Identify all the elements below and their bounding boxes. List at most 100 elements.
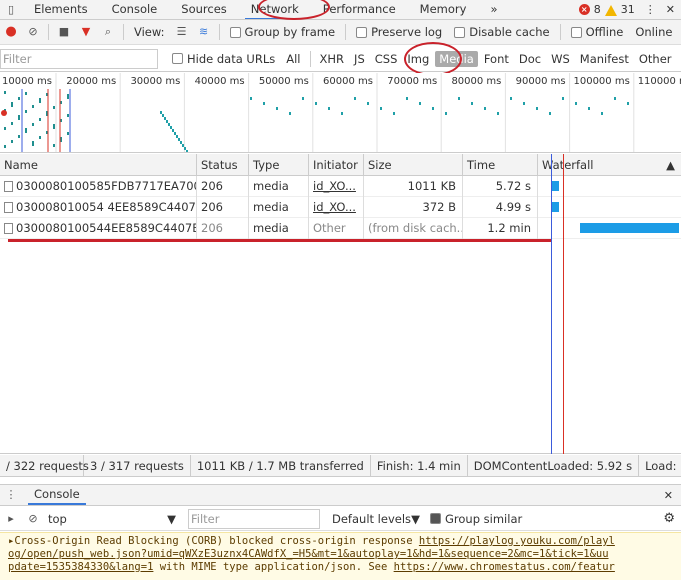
timeline-activity-mark (164, 117, 166, 120)
filter-type-ws[interactable]: WS (547, 51, 574, 67)
timeline-tick-label: 70000 ms (387, 76, 437, 87)
request-type: media (249, 197, 309, 218)
device-toolbar-icon[interactable]: ▯ (4, 3, 18, 17)
timeline-activity-mark (328, 107, 330, 110)
console-filter-input[interactable]: Filter (188, 508, 320, 529)
timeline-activity-mark (172, 129, 174, 132)
timeline-activity-mark (182, 144, 184, 147)
more-tabs-button[interactable]: » (478, 0, 509, 19)
console-link[interactable]: https://playlog.youku.com/playl (419, 535, 615, 547)
tab-performance[interactable]: Performance (311, 0, 408, 19)
disable-cache-checkbox[interactable]: Disable cache (454, 25, 550, 39)
column-waterfall[interactable]: Waterfall ▲ (538, 154, 681, 176)
timeline-tick-label: 90000 ms (516, 76, 566, 87)
filter-type-doc[interactable]: Doc (515, 51, 545, 67)
waterfall-cell (538, 218, 681, 239)
timeline-activity-mark (276, 107, 278, 110)
tab-elements[interactable]: Elements (22, 0, 100, 19)
table-header: Name Status Type Initiator Size Time Wat… (0, 154, 681, 176)
column-size[interactable]: Size (364, 154, 463, 176)
log-levels-select[interactable]: Default levels ▼ (328, 510, 424, 528)
throttling-select[interactable]: Online (635, 25, 672, 39)
console-toolbar: ▸ ⊘ top ▼ Filter Default levels ▼ Group si… (0, 507, 681, 531)
timeline-activity-mark (614, 97, 616, 100)
group-similar-checkbox[interactable]: Group similar (430, 512, 522, 526)
timeline-activity-mark (341, 112, 343, 115)
table-row[interactable]: 0300080100544EE8589C4407BF... 206 media … (0, 218, 681, 239)
record-icon[interactable]: ● (4, 25, 18, 39)
timeline-activity-mark (588, 107, 590, 110)
error-icon[interactable]: × (578, 4, 590, 15)
console-settings-icon[interactable]: ⚙ (663, 511, 681, 526)
request-initiator[interactable]: id_XO... (309, 197, 364, 218)
timeline-activity-mark (354, 97, 356, 100)
tab-network[interactable]: Network (239, 0, 311, 19)
timeline-activity-mark (67, 114, 69, 117)
drawer-menu-icon[interactable]: ⋮ (4, 488, 18, 502)
console-link[interactable]: https://www.chromestatus.com/featur (394, 561, 615, 573)
clear-icon[interactable]: ⊘ (26, 25, 40, 39)
timeline-activity-mark (178, 138, 180, 141)
filter-type-img[interactable]: Img (403, 51, 433, 67)
waterfall-cell (538, 176, 681, 197)
timeline-activity-mark (380, 107, 382, 110)
preserve-log-checkbox[interactable]: Preserve log (356, 25, 442, 39)
timeline-activity-mark (523, 102, 525, 105)
filter-type-all[interactable]: All (282, 51, 304, 67)
table-row[interactable]: 030008010054 4EE8589C4407BF... 206 media… (0, 197, 681, 218)
group-by-frame-checkbox[interactable]: Group by frame (229, 25, 335, 39)
timeline-overview[interactable]: 10000 ms 20000 ms 30000 ms 40000 ms 50000 ms… (0, 73, 681, 153)
filter-type-font[interactable]: Font (480, 51, 513, 67)
filter-type-css[interactable]: CSS (371, 51, 402, 67)
column-initiator[interactable]: Initiator (309, 154, 364, 176)
tab-sources[interactable]: Sources (169, 0, 239, 19)
column-status[interactable]: Status (197, 154, 249, 176)
timeline-activity-mark (432, 107, 434, 110)
request-type: media (249, 218, 309, 239)
filter-type-media[interactable]: Media (435, 50, 478, 67)
column-type[interactable]: Type (249, 154, 309, 176)
console-line: pdate=1535384330&lang=1 with MIME type a… (8, 561, 615, 573)
sidebar-toggle-icon[interactable]: ▸ (4, 512, 18, 526)
capture-screenshots-icon[interactable]: ■ (57, 25, 71, 39)
timeline-activity-mark (601, 112, 603, 115)
tab-memory[interactable]: Memory (408, 0, 479, 19)
timeline-activity-mark (176, 135, 178, 138)
console-link[interactable]: og/open/push_web.json?umid=qWXzE3uznx4CA… (8, 548, 609, 560)
timeline-activity-mark (32, 141, 34, 144)
filter-type-manifest[interactable]: Manifest (576, 51, 633, 67)
search-icon[interactable]: ⌕ (101, 25, 115, 39)
drawer-tab-console[interactable]: Console (22, 485, 92, 505)
warning-count[interactable]: 31 (621, 3, 635, 16)
console-clear-icon[interactable]: ⊘ (26, 512, 40, 526)
tab-console[interactable]: Console (100, 0, 170, 19)
warning-icon[interactable] (604, 5, 617, 16)
console-link[interactable]: pdate=1535384330&lang=1 (8, 561, 153, 573)
filter-type-js[interactable]: JS (350, 51, 369, 67)
table-row[interactable]: 0300080100585FDB7717EA7003... 206 media … (0, 176, 681, 197)
close-icon[interactable]: ✕ (666, 3, 675, 16)
column-time[interactable]: Time (463, 154, 538, 176)
timeline-activity-mark (393, 112, 395, 115)
overview-icon[interactable]: ≋ (197, 25, 211, 39)
column-name[interactable]: Name (0, 154, 197, 176)
timeline-activity-mark (289, 112, 291, 115)
large-rows-icon[interactable]: ☰ (175, 25, 189, 39)
console-line: og/open/push_web.json?umid=qWXzE3uznx4CA… (8, 548, 681, 561)
separator (559, 24, 561, 40)
offline-checkbox[interactable]: Offline (570, 25, 623, 39)
filter-type-xhr[interactable]: XHR (316, 51, 349, 67)
context-select[interactable]: top ▼ (44, 510, 180, 528)
timeline-activity-mark (166, 120, 168, 123)
timeline-activity-mark (250, 97, 252, 100)
error-count[interactable]: 8 (594, 3, 601, 16)
filter-icon[interactable]: ▼ (79, 25, 93, 39)
filter-input[interactable]: Filter (0, 48, 158, 69)
request-name: 0300080100585FDB7717EA7003... (16, 179, 196, 193)
request-initiator[interactable]: id_XO... (309, 176, 364, 197)
hide-data-urls-checkbox[interactable]: Hide data URLs (172, 52, 275, 66)
drawer-close-icon[interactable]: ✕ (664, 489, 681, 502)
filter-type-other[interactable]: Other (635, 51, 676, 67)
more-menu-icon[interactable]: ⋮ (645, 3, 656, 16)
request-name: 0300080100544EE8589C4407BF... (16, 221, 197, 235)
